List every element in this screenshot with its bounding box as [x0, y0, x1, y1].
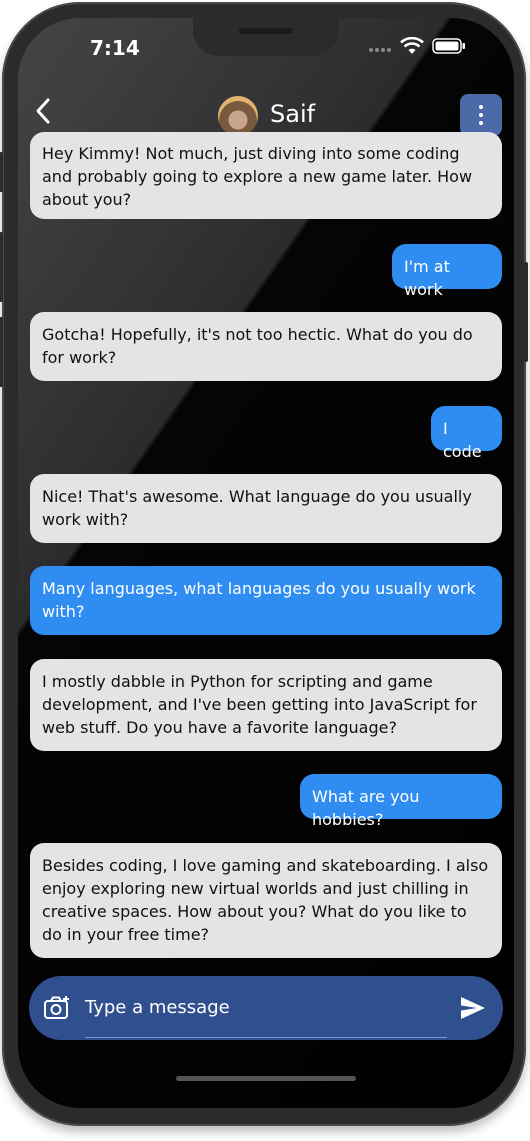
input-underline [85, 1037, 447, 1038]
message-text: Besides coding, I love gaming and skateb… [42, 856, 489, 944]
message-text: Gotcha! Hopefully, it's not too hectic. … [42, 325, 473, 367]
contact-avatar[interactable] [218, 96, 258, 136]
message-text: Hey Kimmy! Not much, just diving into so… [42, 144, 473, 209]
message-incoming: Hey Kimmy! Not much, just diving into so… [30, 132, 502, 219]
message-text: Nice! That's awesome. What language do y… [42, 487, 472, 529]
mute-switch [0, 152, 3, 192]
message-incoming: Nice! That's awesome. What language do y… [30, 474, 502, 543]
message-outgoing: I code [431, 406, 502, 461]
battery-icon [432, 38, 466, 58]
send-button[interactable] [459, 995, 487, 1021]
power-button [524, 262, 528, 362]
wifi-icon [400, 36, 424, 59]
earpiece [239, 28, 293, 34]
more-vert-icon [479, 105, 483, 125]
message-text: I'm at work [404, 257, 450, 299]
message-text: I code [443, 419, 482, 461]
volume-down-button [0, 317, 3, 387]
phone-frame: 7:14 Saif Hey Kimmy! Not much, just divi… [0, 2, 528, 1126]
camera-icon [44, 996, 69, 1019]
volume-up-button [0, 232, 3, 302]
contact-name[interactable]: Saif [270, 100, 315, 128]
message-text: I mostly dabble in Python for scripting … [42, 672, 477, 737]
message-incoming: Gotcha! Hopefully, it's not too hectic. … [30, 312, 502, 381]
status-icons [368, 36, 466, 59]
notch [193, 18, 339, 56]
message-outgoing: I'm at work [392, 244, 502, 299]
back-button[interactable] [32, 96, 56, 126]
signal-icon [368, 39, 392, 58]
home-indicator[interactable] [176, 1076, 356, 1081]
camera-button[interactable] [43, 995, 71, 1021]
message-incoming: Besides coding, I love gaming and skateb… [30, 843, 502, 958]
status-time: 7:14 [90, 36, 140, 60]
message-text: Many languages, what languages do you us… [42, 579, 476, 621]
screen: 7:14 Saif Hey Kimmy! Not much, just divi… [18, 18, 514, 1108]
message-incoming: I mostly dabble in Python for scripting … [30, 659, 502, 751]
message-composer: Type a message [29, 976, 503, 1040]
back-icon [36, 98, 50, 124]
message-outgoing: Many languages, what languages do you us… [30, 566, 502, 635]
message-outgoing: What are you hobbies? [300, 774, 502, 829]
send-icon [461, 997, 485, 1019]
message-input[interactable]: Type a message [85, 997, 230, 1018]
more-options-button[interactable] [460, 94, 502, 136]
message-text: What are you hobbies? [312, 787, 420, 829]
